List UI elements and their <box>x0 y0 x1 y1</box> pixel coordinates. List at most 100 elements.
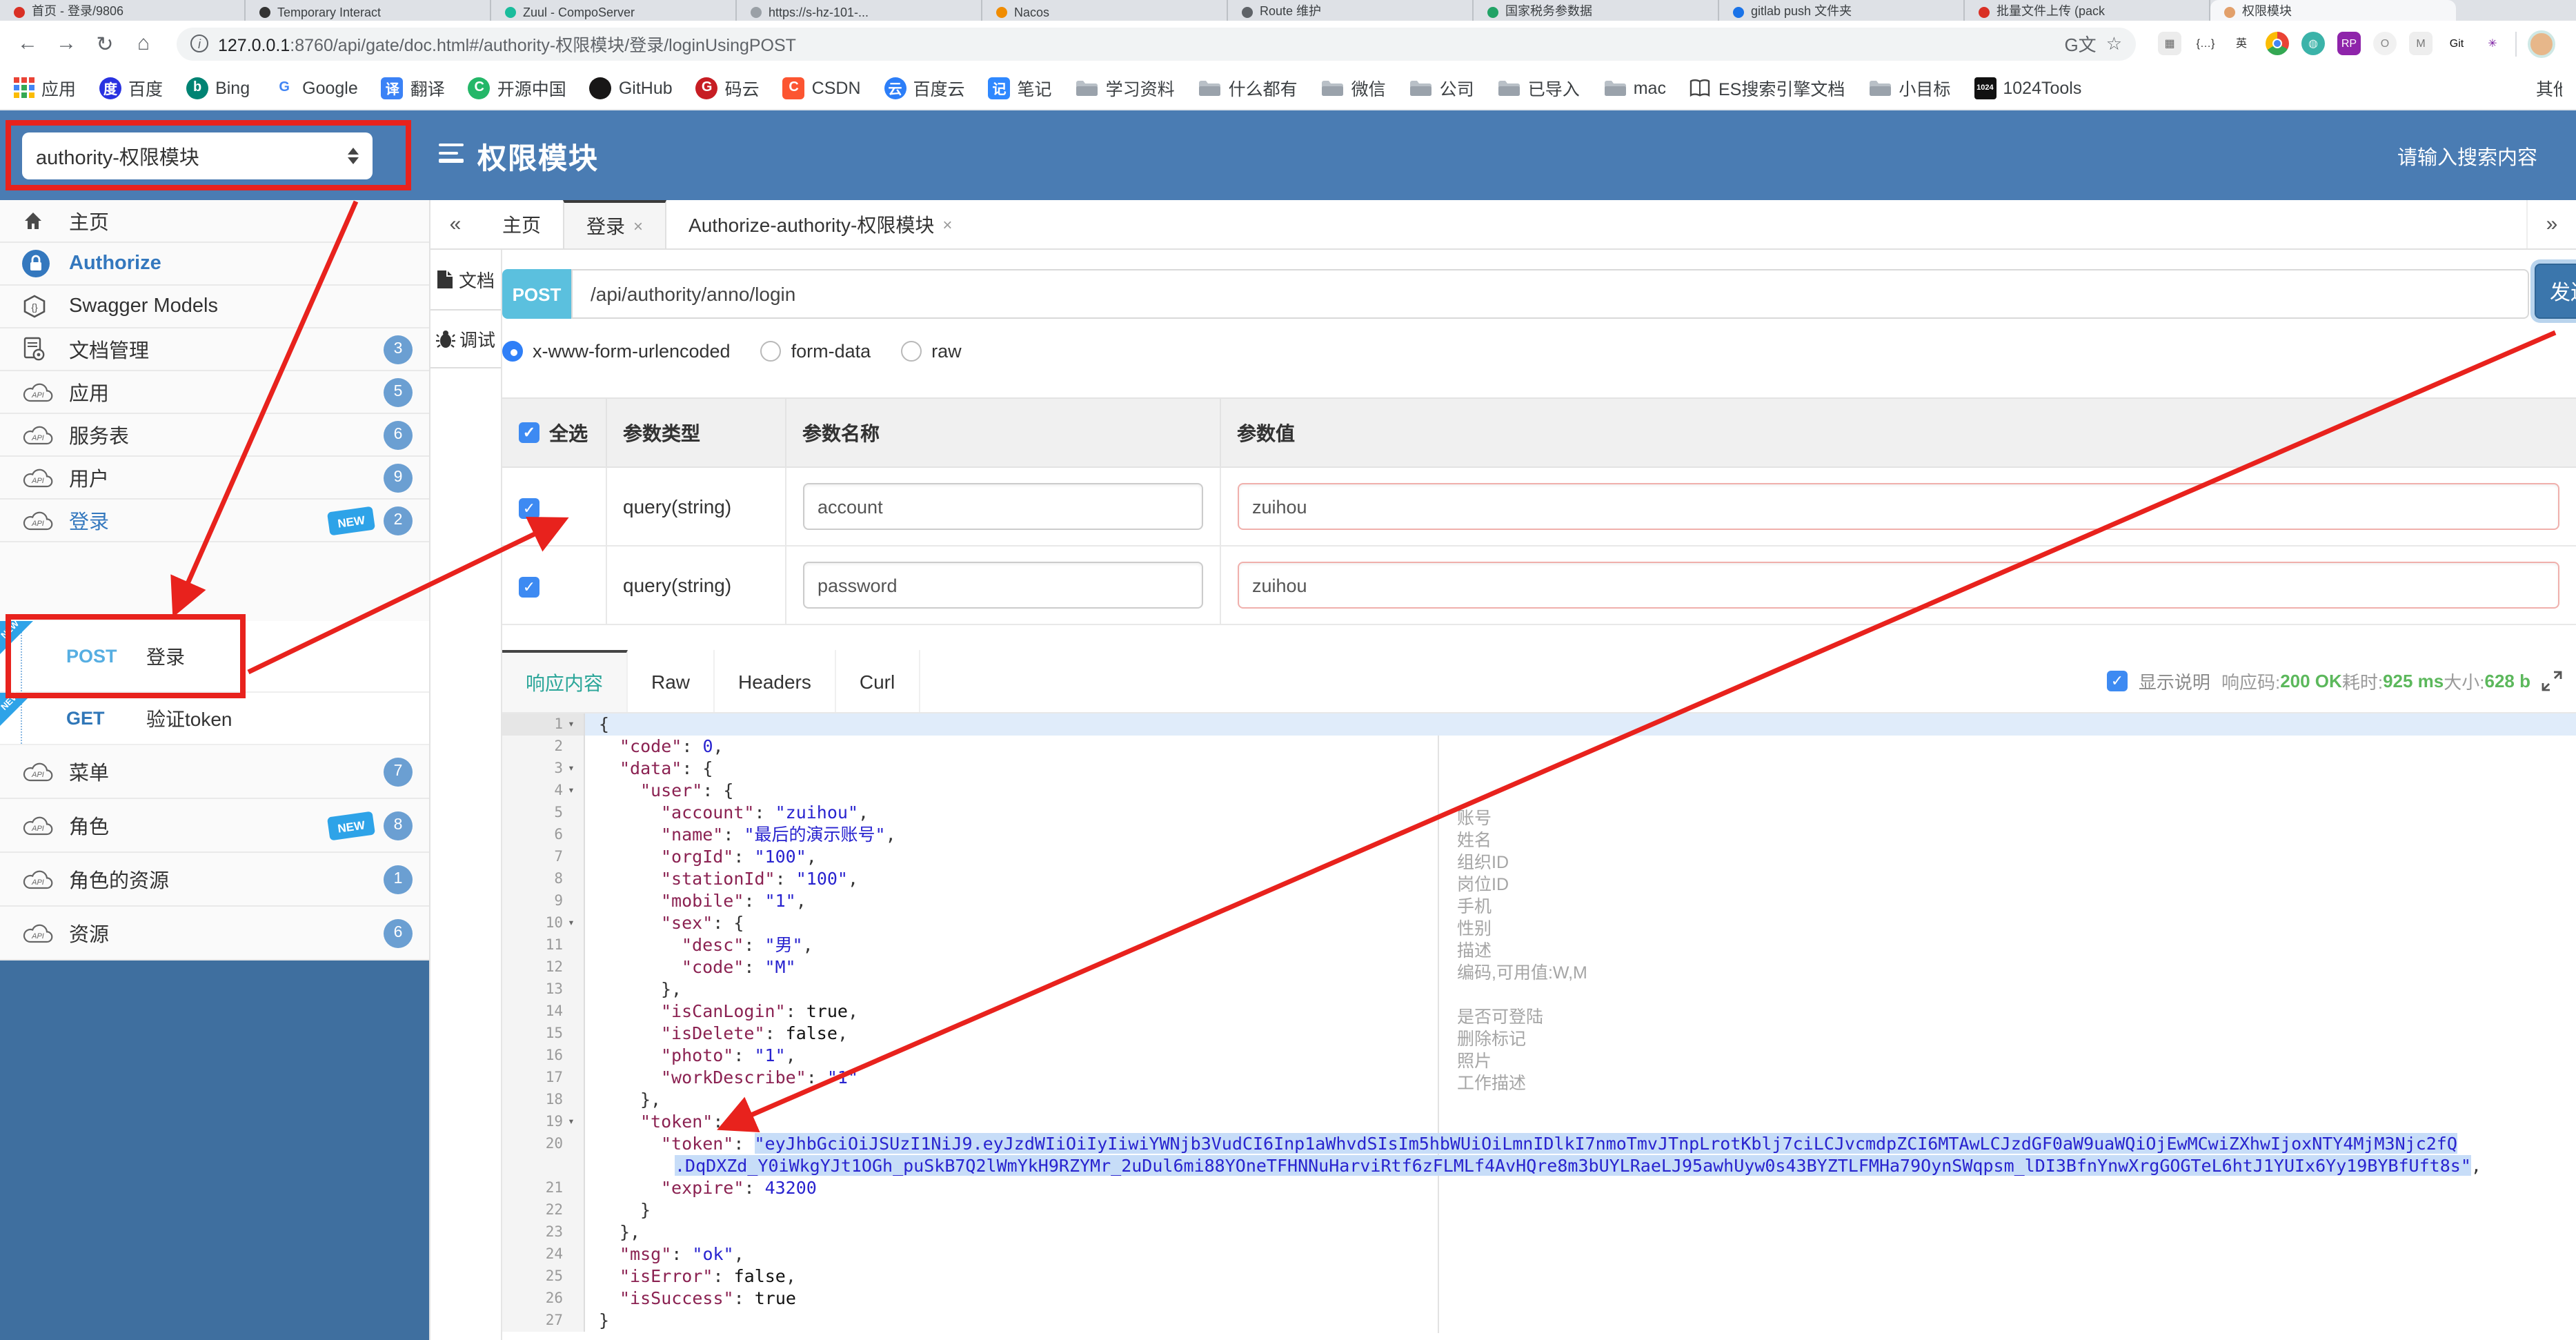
bookmark-item[interactable]: G 码云 <box>695 75 760 101</box>
bookmark-item[interactable]: C CSDN <box>782 77 861 99</box>
sidebar-item-用户[interactable]: API 用户 9 <box>0 457 429 500</box>
bookmark-star-icon[interactable]: ☆ <box>2106 32 2122 55</box>
bookmark-item[interactable]: mac <box>1603 78 1666 97</box>
sidebar-item-应用[interactable]: API 应用 5 <box>0 371 429 414</box>
operation-get-验证token[interactable]: NEW GET 验证token <box>0 691 429 745</box>
fold-caret-icon[interactable]: ▾ <box>563 1111 579 1133</box>
show-desc-checkbox[interactable]: ✓ <box>2106 671 2128 691</box>
browser-tab[interactable]: https://s-hz-101-... <box>737 0 982 21</box>
sidebar-item-菜单[interactable]: API 菜单 7 <box>0 745 429 799</box>
bookmark-item[interactable]: 微信 <box>1321 75 1386 101</box>
fold-caret-icon[interactable]: ▾ <box>563 780 579 802</box>
content-type-form-data[interactable]: form-data <box>760 341 871 362</box>
select-all-checkbox[interactable]: ✓ <box>519 422 539 443</box>
page-info-icon[interactable]: i <box>190 35 208 52</box>
sidebar-item-登录[interactable]: API 登录 NEW 2 <box>0 500 429 542</box>
side-tab-调试[interactable]: 调试 <box>430 309 501 368</box>
close-tab-icon[interactable]: × <box>942 215 952 234</box>
sidebar-item-服务表[interactable]: API 服务表 6 <box>0 414 429 457</box>
ring-extension-icon[interactable]: O <box>2373 32 2397 55</box>
sidebar-item-Swagger Models[interactable]: {} Swagger Models <box>0 286 429 328</box>
radio-icon[interactable] <box>502 341 523 362</box>
close-tab-icon[interactable]: × <box>633 216 643 235</box>
address-bar[interactable]: i 127.0.0.1:8760/api/gate/doc.html#/auth… <box>177 27 2136 60</box>
bookmark-item[interactable]: 应用 <box>14 75 76 101</box>
side-tab-文档[interactable]: 文档 <box>430 250 501 309</box>
asterisk-extension-icon[interactable]: ✳ <box>2481 32 2504 55</box>
operation-post-登录[interactable]: NEW POST 登录 <box>0 619 429 693</box>
fold-caret-icon[interactable]: ▾ <box>563 912 579 934</box>
browser-tab[interactable]: Nacos <box>982 0 1228 21</box>
gitzip-extension-icon[interactable]: Git <box>2445 32 2468 55</box>
sidebar-item-文档管理[interactable]: 文档管理 3 <box>0 328 429 371</box>
translate-en-extension-icon[interactable]: 英 <box>2230 32 2253 55</box>
reload-icon[interactable]: ↻ <box>88 27 121 60</box>
param-name-input[interactable] <box>802 562 1202 609</box>
back-icon[interactable]: ← <box>11 27 44 60</box>
fold-caret-icon[interactable]: ▾ <box>563 758 579 780</box>
response-tab-Headers[interactable]: Headers <box>715 650 836 712</box>
response-tab-Curl[interactable]: Curl <box>836 650 920 712</box>
bookmark-item[interactable]: 小目标 <box>1868 75 1950 101</box>
param-value-input[interactable] <box>1237 562 2559 609</box>
more-tabs-icon[interactable]: » <box>2526 200 2576 248</box>
workspace-tab-Authorize-authority-权限模块[interactable]: Authorize-authority-权限模块 × <box>666 200 974 248</box>
bookmark-item[interactable]: G Google <box>273 77 358 99</box>
request-path-input[interactable] <box>571 269 2529 319</box>
search-input[interactable]: 请输入搜索内容 <box>2397 142 2537 171</box>
browser-tab[interactable]: Temporary Interact <box>246 0 491 21</box>
fold-caret-icon[interactable]: ▾ <box>563 713 579 736</box>
scan-extension-icon[interactable]: ▦ <box>2158 32 2181 55</box>
sidebar-item-Authorize[interactable]: Authorize <box>0 243 429 286</box>
module-select[interactable]: authority-权限模块 <box>22 132 373 179</box>
sidebar-item-角色[interactable]: API 角色 NEW 8 <box>0 799 429 853</box>
forward-icon[interactable]: → <box>50 27 83 60</box>
content-type-raw[interactable]: raw <box>901 341 962 362</box>
bookmark-item[interactable]: 学习资料 <box>1076 75 1175 101</box>
sidebar-item-主页[interactable]: 主页 <box>0 200 429 243</box>
bookmark-item[interactable]: 度百度 <box>99 75 163 101</box>
sidebar-item-资源[interactable]: API 资源 6 <box>0 907 429 960</box>
profile-avatar[interactable] <box>2528 30 2555 57</box>
bookmark-item[interactable]: b Bing <box>186 77 250 99</box>
browser-tab[interactable]: 首页 - 登录/9806 <box>0 0 246 21</box>
workspace-tab-主页[interactable]: 主页 <box>480 200 563 248</box>
bookmark-item[interactable]: 公司 <box>1409 75 1474 101</box>
bookmark-item[interactable]: ES搜索引擎文档 <box>1690 75 1845 101</box>
collapse-tabs-icon[interactable]: « <box>430 200 480 248</box>
menu-hamburger-icon[interactable] <box>439 144 464 166</box>
bookmark-item[interactable]: 记笔记 <box>988 75 1052 101</box>
home-icon[interactable]: ⌂ <box>127 27 160 60</box>
param-value-input[interactable] <box>1237 483 2559 530</box>
browser-tab[interactable]: Zuul - CompoServer <box>491 0 737 21</box>
sidebar-item-角色的资源[interactable]: API 角色的资源 1 <box>0 853 429 907</box>
browser-tab[interactable]: 国家税务参数据 <box>1474 0 1719 21</box>
braces-extension-icon[interactable]: {…} <box>2194 32 2217 55</box>
bookmark-item[interactable]: 云百度云 <box>884 75 965 101</box>
send-button[interactable]: 发送 <box>2535 264 2576 319</box>
bookmark-item[interactable]: C 开源中国 <box>468 75 566 101</box>
bookmark-item[interactable]: 什么都有 <box>1198 75 1298 101</box>
arrow-m-extension-icon[interactable]: M <box>2409 32 2433 55</box>
bookmark-item[interactable]: 译翻译 <box>381 75 445 101</box>
content-type-x-www-form-urlencoded[interactable]: x-www-form-urlencoded <box>502 341 731 362</box>
browser-tab[interactable]: gitlab push 文件夹 <box>1719 0 1965 21</box>
bookmark-item[interactable]: 1024 1024Tools <box>1974 77 2081 99</box>
radio-icon[interactable] <box>901 341 922 362</box>
workspace-tab-登录[interactable]: 登录 × <box>563 200 667 248</box>
browser-tab[interactable]: Route 维护 <box>1228 0 1474 21</box>
radio-icon[interactable] <box>760 341 782 362</box>
response-tab-Raw[interactable]: Raw <box>628 650 715 712</box>
bookmark-item[interactable]: GitHub <box>589 77 673 99</box>
bookmarks-overflow-folder[interactable]: 其他书签 <box>2529 75 2562 101</box>
row-checkbox[interactable]: ✓ <box>519 576 539 597</box>
row-checkbox[interactable]: ✓ <box>519 497 539 518</box>
response-json-editor[interactable]: 1 ▾{2 "code": 0, 3 ▾ "data": {4 ▾ "user": {5 "ac… <box>502 713 2576 1333</box>
response-tab-响应内容[interactable]: 响应内容 <box>502 650 628 712</box>
browser-tab[interactable]: 批量文件上传 (pack <box>1965 0 2210 21</box>
bookmark-item[interactable]: 已导入 <box>1498 75 1580 101</box>
globe-extension-icon[interactable]: ◍ <box>2301 32 2325 55</box>
browser-tab[interactable]: 权限模块 <box>2210 0 2456 21</box>
fullscreen-icon[interactable] <box>2542 671 2562 691</box>
param-name-input[interactable] <box>802 483 1202 530</box>
